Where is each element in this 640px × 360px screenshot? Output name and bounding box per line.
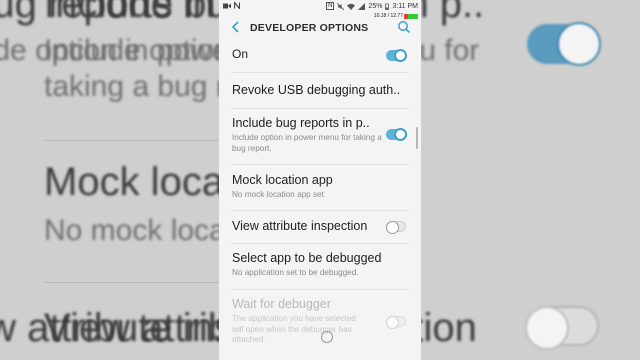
setting-mock-location-app[interactable]: Mock location app No mock location app s… — [219, 166, 421, 210]
battery-percent: 25% — [368, 2, 383, 10]
setting-title: Select app to be debugged — [232, 251, 382, 265]
row-divider — [231, 243, 409, 244]
mute-icon — [337, 2, 345, 10]
setting-select-debug-app[interactable]: Select app to be debugged No application… — [219, 245, 421, 289]
setting-wait-for-debugger: Wait for debugger The application you ha… — [219, 291, 421, 360]
bg-toggle-on — [527, 22, 601, 66]
notification-n-icon — [234, 2, 240, 9]
battery-icon — [385, 3, 390, 10]
nfc-icon: N — [326, 2, 335, 10]
setting-subtitle: The application you have selected will o… — [232, 314, 356, 344]
setting-subtitle: No mock location app set — [232, 190, 324, 199]
scrollbar[interactable] — [416, 127, 418, 149]
touch-indicator — [321, 331, 333, 343]
status-right-icons: N 25% 3:11 PM — [326, 2, 418, 10]
setting-title: View attribute inspection — [232, 219, 368, 233]
setting-revoke-usb-debugging[interactable]: Revoke USB debugging auth.. — [219, 74, 421, 108]
wait-for-debugger-toggle — [386, 316, 406, 329]
row-divider — [231, 164, 409, 165]
setting-view-attribute-inspection[interactable]: View attribute inspection — [219, 212, 421, 242]
setting-subtitle: Include option in power menu for taking … — [232, 133, 382, 153]
bg-divider — [44, 140, 220, 141]
page-title: DEVELOPER OPTIONS — [250, 22, 369, 34]
app-bar: DEVELOPER OPTIONS — [219, 14, 421, 42]
bg-toggle-off — [525, 306, 599, 350]
setting-title: Include bug reports in p.. — [232, 116, 370, 130]
setting-subtitle: No application set to be debugged. — [232, 268, 359, 277]
search-icon[interactable] — [397, 20, 411, 34]
back-arrow-icon[interactable] — [229, 20, 243, 34]
bg-divider — [44, 282, 220, 283]
status-bar: N 25% 3:11 PM — [219, 0, 421, 12]
status-left-icons — [223, 2, 240, 9]
bug-report-toggle[interactable] — [386, 128, 407, 141]
master-switch-toggle[interactable] — [386, 49, 407, 62]
setting-title: Mock location app — [232, 173, 333, 187]
row-divider — [231, 289, 409, 290]
clock: 3:11 PM — [392, 2, 418, 10]
master-switch-row[interactable]: On — [219, 42, 421, 70]
setting-bug-report-shortcut[interactable]: Include bug reports in p.. Include optio… — [219, 110, 421, 164]
setting-title: Wait for debugger — [232, 297, 331, 311]
wifi-icon — [347, 3, 356, 10]
row-divider — [231, 108, 409, 109]
master-switch-label: On — [232, 47, 249, 61]
row-divider — [231, 72, 409, 73]
video-icon — [223, 3, 231, 8]
phone-screen: N 25% 3:11 PM 10.18 / 12.77 DEVELOPER OP… — [219, 0, 421, 360]
setting-title: Revoke USB debugging auth.. — [232, 83, 401, 97]
signal-icon — [358, 2, 366, 10]
view-attribute-toggle[interactable] — [386, 221, 406, 234]
row-divider — [231, 210, 409, 211]
